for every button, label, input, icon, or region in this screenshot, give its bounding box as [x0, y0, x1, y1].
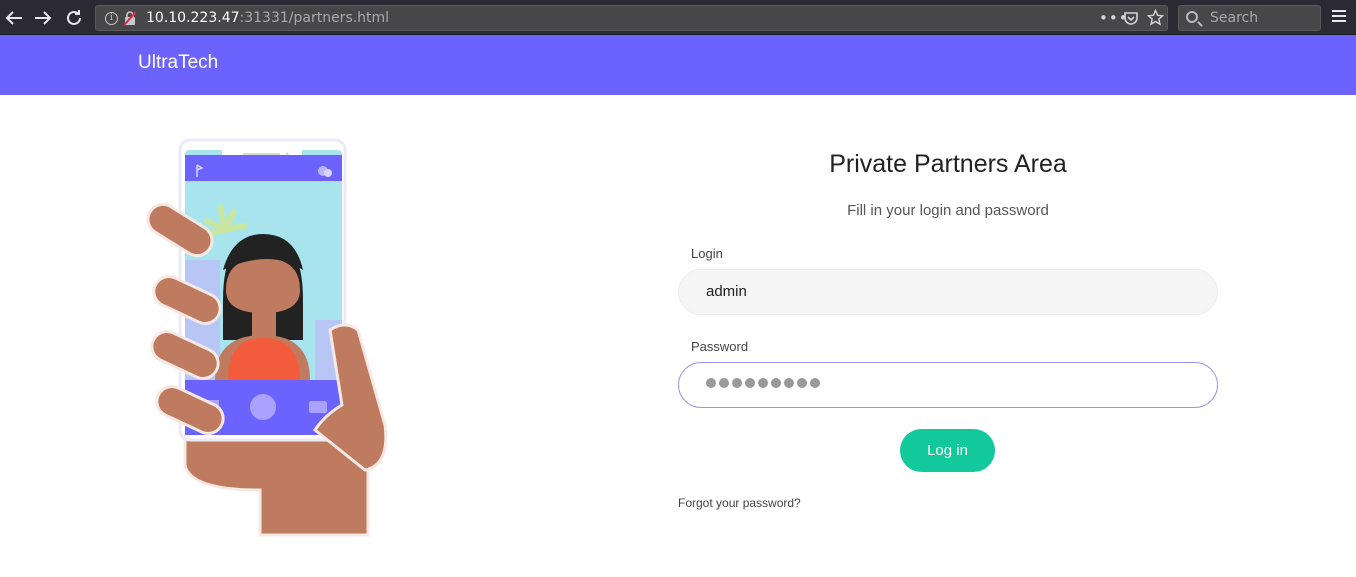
phone-selfie-illustration [130, 130, 400, 545]
insecure-lock-icon[interactable] [123, 11, 137, 26]
password-input[interactable] [678, 362, 1218, 408]
address-bar[interactable]: i 10.10.223.47:31331/partners.html ••• [95, 5, 1168, 31]
password-dot [745, 378, 755, 388]
password-dot [771, 378, 781, 388]
url-host: 10.10.223.47 [146, 10, 240, 26]
back-arrow-icon[interactable] [2, 6, 26, 30]
page-title: Private Partners Area [829, 150, 1067, 178]
url-path: :31331/partners.html [239, 10, 390, 26]
forward-arrow-icon[interactable] [31, 6, 55, 30]
password-label: Password [691, 339, 749, 354]
hamburger-menu-icon[interactable] [1332, 10, 1346, 24]
site-header: UltraTech [0, 35, 1356, 95]
password-dot [758, 378, 768, 388]
password-dot [732, 378, 742, 388]
browser-search-box[interactable]: Search [1178, 5, 1321, 31]
password-mask [706, 378, 820, 388]
search-placeholder: Search [1210, 10, 1259, 26]
url-text[interactable]: 10.10.223.47:31331/partners.html [146, 10, 389, 26]
info-icon[interactable]: i [105, 12, 118, 25]
password-dot [797, 378, 807, 388]
page-subtitle: Fill in your login and password [847, 202, 1049, 219]
browser-toolbar: i 10.10.223.47:31331/partners.html ••• S… [0, 0, 1356, 35]
brand-logo[interactable]: UltraTech [138, 52, 218, 74]
login-button[interactable]: Log in [900, 429, 995, 472]
password-dot [706, 378, 716, 388]
password-dot [719, 378, 729, 388]
forgot-password-link[interactable]: Forgot your password? [678, 496, 801, 510]
login-form: Private Partners Area Fill in your login… [678, 95, 1218, 577]
login-input[interactable]: admin [678, 269, 1218, 315]
search-icon [1186, 11, 1198, 23]
password-dot [810, 378, 820, 388]
reload-icon[interactable] [62, 6, 86, 30]
password-dot [784, 378, 794, 388]
login-label: Login [691, 246, 723, 261]
pocket-icon[interactable] [1123, 10, 1139, 30]
bookmark-star-icon[interactable] [1146, 8, 1165, 30]
